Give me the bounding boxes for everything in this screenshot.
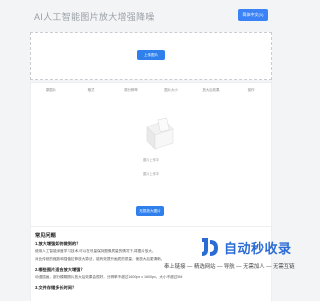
language-button[interactable]: 简体中文(1) bbox=[238, 9, 268, 21]
faq-answer: 动漫插画，部分模糊照片放大后效果会很好。分辨率不超过1600px x 1600p… bbox=[35, 275, 183, 279]
page-title: AI人工智能图片放大增强降噪 bbox=[34, 12, 155, 22]
upload-button[interactable]: 上传图片 bbox=[137, 50, 165, 60]
table-header: 原图片 格式 原分辨率 图片大小 放大后效果 操作 bbox=[31, 83, 271, 97]
watermark: 自动秒收录 奉上链接 — 精选网站 — 导航 — 无需加人 — 无需互链 bbox=[164, 236, 296, 276]
upload-area[interactable]: 上传图片 bbox=[30, 32, 272, 80]
faq-answer: 使用人工智能深度学习技术,可以在尽量保持图像质量的情况下,将图片放大。 bbox=[35, 249, 156, 253]
faq-question: 1.放大增强如何做到的？ bbox=[35, 241, 81, 246]
preview-sub: 图片上传中 bbox=[143, 172, 159, 176]
faq-answer: 对比传统的缩放和插值拉伸放大算法，能有效提升画质的质量，使放大后更清晰。 bbox=[35, 257, 165, 261]
brand-name: 自动秒收录 bbox=[224, 241, 292, 256]
column-header: 格式 bbox=[87, 88, 95, 92]
column-header: 操作 bbox=[247, 88, 255, 92]
enlarge-button[interactable]: 无损放大图片 bbox=[136, 206, 164, 216]
brand-logo-icon bbox=[202, 238, 218, 256]
faq-question: 2.哪些图片适合放大增强？ bbox=[35, 267, 85, 272]
faq-question: 3.文件存储多长时间？ bbox=[35, 285, 77, 290]
image-placeholder-icon bbox=[146, 117, 174, 150]
column-header: 图片大小 bbox=[164, 88, 178, 92]
preview-caption: 图片上传中 bbox=[143, 158, 159, 162]
brand-slogan: 奉上链接 — 精选网站 — 导航 — 无需加人 — 无需互链 bbox=[164, 264, 295, 270]
column-header: 原图片 bbox=[45, 88, 57, 92]
faq-title: 常见问题 bbox=[35, 233, 56, 239]
column-header: 放大后效果 bbox=[202, 88, 220, 92]
column-header: 原分辨率 bbox=[124, 88, 138, 92]
page: AI人工智能图片放大增强降噪 简体中文(1) 上传图片 原图片 格式 原分辨率 … bbox=[0, 0, 300, 301]
header: AI人工智能图片放大增强降噪 简体中文(1) bbox=[0, 0, 300, 32]
